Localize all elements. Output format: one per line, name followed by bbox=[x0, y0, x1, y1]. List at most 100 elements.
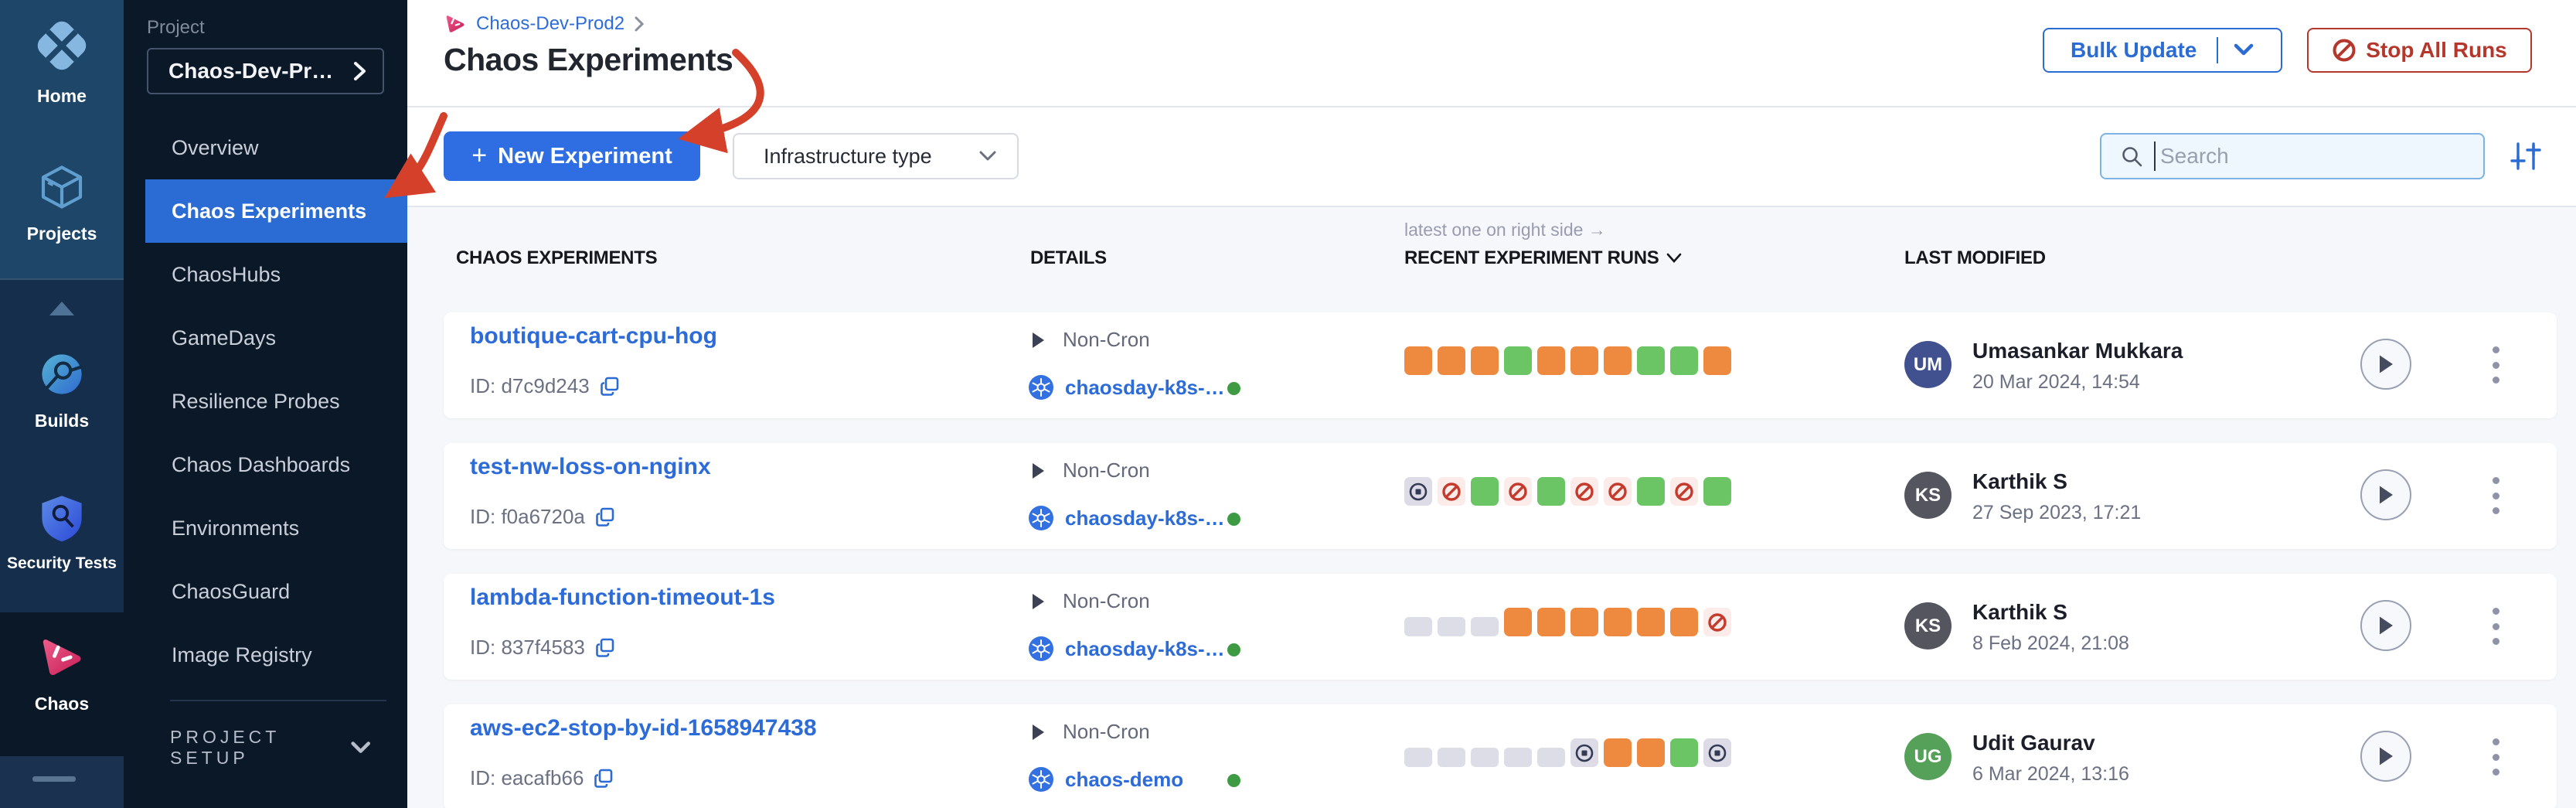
run-cell-no-run[interactable] bbox=[1438, 617, 1465, 636]
run-cell-failed[interactable] bbox=[1703, 608, 1731, 636]
row-menu-button[interactable] bbox=[2484, 738, 2507, 776]
breadcrumb-project-link[interactable]: Chaos-Dev-Prod2 bbox=[476, 13, 624, 35]
infrastructure-type-select[interactable]: Infrastructure type bbox=[733, 133, 1019, 179]
run-cell-completed-orange[interactable] bbox=[1504, 608, 1532, 636]
run-cell-stopped[interactable] bbox=[1703, 738, 1731, 767]
run-cell-no-run[interactable] bbox=[1404, 748, 1432, 767]
security-tests-icon bbox=[39, 493, 85, 547]
experiment-id: ID: d7c9d243 bbox=[470, 374, 620, 398]
filter-icon[interactable] bbox=[2509, 141, 2543, 172]
sidebar-item-overview[interactable]: Overview bbox=[145, 116, 407, 179]
schedule-label: Non-Cron bbox=[1063, 720, 1150, 744]
run-experiment-button[interactable] bbox=[2360, 731, 2411, 782]
run-cell-completed-orange[interactable] bbox=[1537, 346, 1565, 375]
run-cell-completed-orange[interactable] bbox=[1570, 346, 1598, 375]
play-small-icon bbox=[1030, 723, 1046, 742]
run-cell-completed-orange[interactable] bbox=[1703, 346, 1731, 375]
run-cell-completed-orange[interactable] bbox=[1570, 608, 1598, 636]
sidebar-item-chaos-experiments[interactable]: Chaos Experiments bbox=[145, 179, 407, 243]
rail-item-home[interactable]: Home bbox=[0, 17, 124, 107]
run-cell-completed-green[interactable] bbox=[1670, 738, 1698, 767]
run-cell-completed-green[interactable] bbox=[1637, 477, 1665, 506]
sidebar-item-project-setup[interactable]: PROJECT SETUP bbox=[170, 727, 371, 769]
run-cell-completed-green[interactable] bbox=[1471, 477, 1499, 506]
stop-all-runs-button[interactable]: Stop All Runs bbox=[2307, 28, 2532, 73]
row-menu-button[interactable] bbox=[2484, 608, 2507, 645]
rail-item-label: Projects bbox=[27, 223, 97, 244]
sidebar-item-image-registry[interactable]: Image Registry bbox=[145, 623, 407, 687]
run-cell-failed[interactable] bbox=[1570, 477, 1598, 506]
sidebar-item-environments[interactable]: Environments bbox=[145, 496, 407, 560]
column-header-recent-runs[interactable]: RECENT EXPERIMENT RUNS bbox=[1404, 247, 1682, 269]
run-cell-completed-orange[interactable] bbox=[1604, 346, 1632, 375]
page-title: Chaos Experiments bbox=[444, 42, 733, 78]
run-cell-no-run[interactable] bbox=[1537, 748, 1565, 767]
run-cell-completed-orange[interactable] bbox=[1471, 346, 1499, 375]
run-cell-no-run[interactable] bbox=[1471, 617, 1499, 636]
run-cell-completed-orange[interactable] bbox=[1637, 608, 1665, 636]
sidebar-item-label: Environments bbox=[172, 517, 299, 540]
run-cell-completed-green[interactable] bbox=[1537, 477, 1565, 506]
experiment-name-link[interactable]: boutique-cart-cpu-hog bbox=[470, 323, 717, 349]
run-cell-stopped[interactable] bbox=[1404, 477, 1432, 506]
rail-collapse-toggle[interactable] bbox=[0, 298, 124, 321]
run-cell-no-run[interactable] bbox=[1438, 748, 1465, 767]
sidebar-item-chaosguard[interactable]: ChaosGuard bbox=[145, 560, 407, 623]
run-cell-completed-green[interactable] bbox=[1637, 346, 1665, 375]
new-experiment-button[interactable]: + New Experiment bbox=[444, 131, 700, 181]
copy-icon[interactable] bbox=[599, 376, 620, 397]
experiment-name-link[interactable]: lambda-function-timeout-1s bbox=[470, 585, 775, 611]
run-cell-completed-orange[interactable] bbox=[1670, 608, 1698, 636]
run-cell-stopped[interactable] bbox=[1570, 738, 1598, 767]
experiment-id-text: ID: f0a6720a bbox=[470, 505, 585, 529]
infrastructure-link[interactable]: chaosday-k8s-… bbox=[1065, 506, 1225, 530]
experiment-name-link[interactable]: test-nw-loss-on-nginx bbox=[470, 454, 711, 480]
experiment-name-link[interactable]: aws-ec2-stop-by-id-1658947438 bbox=[470, 715, 817, 742]
sidebar-item-resilience-probes[interactable]: Resilience Probes bbox=[145, 370, 407, 433]
run-cell-failed[interactable] bbox=[1438, 477, 1465, 506]
run-cell-no-run[interactable] bbox=[1404, 617, 1432, 636]
column-header-experiments: CHAOS EXPERIMENTS bbox=[456, 247, 657, 269]
run-cell-completed-orange[interactable] bbox=[1438, 346, 1465, 375]
rail-item-security-tests[interactable]: Security Tests bbox=[0, 493, 124, 573]
copy-icon[interactable] bbox=[594, 637, 615, 658]
run-cell-completed-orange[interactable] bbox=[1404, 346, 1432, 375]
sidebar-item-gamedays[interactable]: GameDays bbox=[145, 306, 407, 370]
run-cell-completed-orange[interactable] bbox=[1604, 608, 1632, 636]
project-selector[interactable]: Chaos-Dev-Pr… bbox=[147, 48, 384, 94]
stop-all-runs-label: Stop All Runs bbox=[2366, 38, 2507, 63]
run-cell-completed-orange[interactable] bbox=[1604, 738, 1632, 767]
run-experiment-button[interactable] bbox=[2360, 600, 2411, 651]
sidebar-item-chaos-dashboards[interactable]: Chaos Dashboards bbox=[145, 433, 407, 496]
run-experiment-button[interactable] bbox=[2360, 339, 2411, 390]
run-cell-failed[interactable] bbox=[1604, 477, 1632, 506]
rail-item-chaos[interactable]: Chaos bbox=[0, 632, 124, 714]
play-icon bbox=[2377, 353, 2395, 375]
run-cell-completed-green[interactable] bbox=[1670, 346, 1698, 375]
experiment-row: lambda-function-timeout-1s ID: 837f4583 … bbox=[444, 574, 2557, 680]
copy-icon[interactable] bbox=[593, 768, 614, 789]
row-menu-button[interactable] bbox=[2484, 346, 2507, 384]
sort-chevron-icon bbox=[1666, 253, 1682, 264]
copy-icon[interactable] bbox=[594, 506, 615, 527]
rail-item-projects[interactable]: Projects bbox=[0, 162, 124, 244]
run-cell-failed[interactable] bbox=[1504, 477, 1532, 506]
infrastructure-link[interactable]: chaosday-k8s-… bbox=[1065, 637, 1225, 661]
infrastructure-link[interactable]: chaosday-k8s-… bbox=[1065, 376, 1225, 400]
header-divider bbox=[407, 106, 2576, 107]
rail-item-builds[interactable]: Builds bbox=[0, 349, 124, 431]
search-input[interactable] bbox=[2154, 141, 2463, 171]
run-cell-completed-green[interactable] bbox=[1504, 346, 1532, 375]
row-menu-button[interactable] bbox=[2484, 477, 2507, 514]
run-cell-failed[interactable] bbox=[1670, 477, 1698, 506]
bulk-update-button[interactable]: Bulk Update bbox=[2043, 28, 2282, 73]
play-small-icon bbox=[1030, 592, 1046, 611]
run-experiment-button[interactable] bbox=[2360, 469, 2411, 520]
run-cell-completed-green[interactable] bbox=[1703, 477, 1731, 506]
run-cell-completed-orange[interactable] bbox=[1637, 738, 1665, 767]
run-cell-completed-orange[interactable] bbox=[1537, 608, 1565, 636]
run-cell-no-run[interactable] bbox=[1504, 748, 1532, 767]
sidebar-item-chaoshubs[interactable]: ChaosHubs bbox=[145, 243, 407, 306]
run-cell-no-run[interactable] bbox=[1471, 748, 1499, 767]
infrastructure-link[interactable]: chaos-demo bbox=[1065, 768, 1183, 792]
